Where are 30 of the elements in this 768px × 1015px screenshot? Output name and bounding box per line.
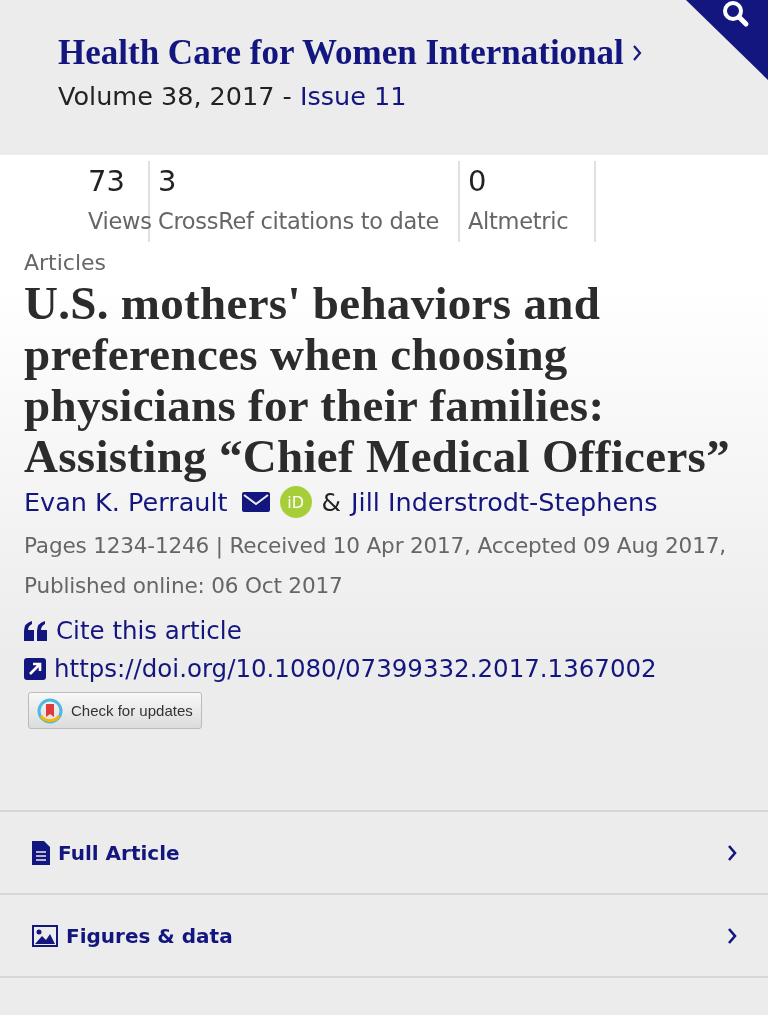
metric-label: Views [88,207,152,236]
external-link-icon [24,658,46,680]
metric-label: Altmetric [468,207,569,236]
metric-value: 3 [158,163,177,200]
article-title: U.S. mothers' behaviors and preferences when choosing physicians for their families: Assisting “Chief Medical Officers” [24,278,731,482]
metric-value: 0 [468,163,487,200]
quote-icon [24,621,48,641]
metric-label: CrossRef citations to date [158,207,440,236]
section-link[interactable]: Full Article [0,812,768,895]
chevron-right-icon [726,843,738,862]
cite-link[interactable]: Cite this article [24,612,242,650]
volume-text: Volume 38, 2017 - [58,81,293,111]
email-icon[interactable] [241,492,270,512]
author-link[interactable]: Evan K. Perrault [24,487,228,517]
author-separator: & [321,487,342,517]
journal-title-link[interactable]: Health Care for Women International [58,33,642,73]
issue-link[interactable]: Issue 11 [299,81,407,111]
bookmark-ring-icon [37,697,63,724]
metric-value: 73 [88,163,125,200]
check-updates-button[interactable]: Check for updates [28,692,202,729]
image-icon [32,924,58,947]
chevron-right-icon [726,926,738,945]
doi-link[interactable]: https://doi.org/10.1080/07399332.2017.1367002 [24,650,657,688]
article-type: Articles [24,249,107,277]
publication-dates: Pages 1234-1246 | Received 10 Apr 2017, Accepted 09 Aug 2017, Published online: 06 Oct 2017 [24,532,727,600]
section-link[interactable]: Figures & data [0,895,768,978]
chevron-right-icon [631,43,642,63]
author-link[interactable]: Jill Inderstrodt-Stephens [351,487,658,517]
document-icon [32,840,50,865]
search-button[interactable] [686,0,768,80]
